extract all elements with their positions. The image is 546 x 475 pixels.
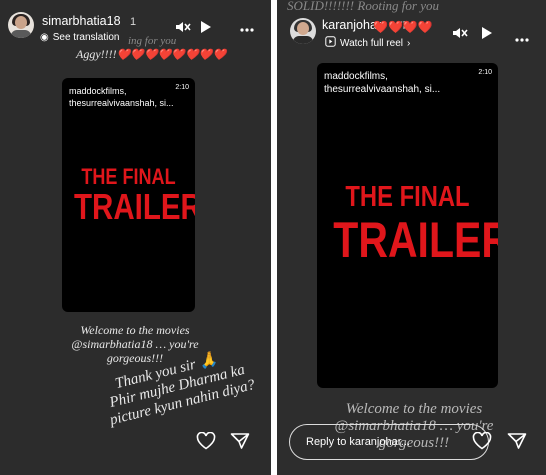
play-icon[interactable] — [200, 20, 212, 36]
caption-top-behind: ing for you — [128, 35, 177, 47]
reel-icon — [325, 36, 336, 50]
caption-hearts: ❤️❤️❤️❤️ — [373, 20, 433, 34]
avatar[interactable] — [290, 18, 316, 44]
right-story-panel: SOLID!!!!!!! Rooting for you karanjohar … — [277, 0, 546, 475]
reply-input[interactable]: Reply to karanjohar... — [289, 424, 489, 460]
reel-title-line2: TRAILER — [73, 186, 195, 227]
reel-tags: maddockfilms, thesurrealvivaanshah, si..… — [324, 71, 441, 95]
reel-preview[interactable]: maddockfilms, thesurrealvivaanshah, si..… — [317, 63, 498, 388]
username[interactable]: simarbhatia18 1 — [42, 14, 136, 28]
see-translation-link[interactable]: ◉ See translation — [40, 32, 119, 43]
reel-tags: maddockfilms, thesurrealvivaanshah, si..… — [69, 86, 174, 108]
translate-icon: ◉ — [40, 32, 49, 43]
reel-title-line2: TRAILER — [333, 212, 498, 268]
mute-icon[interactable] — [175, 20, 191, 36]
play-icon[interactable] — [481, 26, 493, 42]
caption-top: Aggy!!!!❤️❤️❤️❤️❤️❤️❤️❤️ — [76, 47, 227, 61]
mute-icon[interactable] — [452, 26, 468, 42]
share-send-icon[interactable] — [230, 432, 250, 452]
more-options-icon[interactable] — [240, 20, 254, 34]
reel-duration: 2:10 — [175, 84, 189, 91]
avatar[interactable] — [8, 12, 34, 38]
reel-duration: 2:10 — [478, 69, 492, 76]
like-heart-icon[interactable] — [196, 431, 216, 452]
left-story-panel: simarbhatia18 1 ◉ See translation ing fo… — [0, 0, 271, 475]
reel-preview[interactable]: maddockfilms, thesurrealvivaanshah, si..… — [62, 78, 195, 312]
watch-full-reel-link[interactable]: Watch full reel › — [325, 36, 410, 50]
chevron-right-icon: › — [406, 37, 411, 49]
share-send-icon[interactable] — [507, 432, 527, 452]
reel-title-line1: THE FINAL — [345, 181, 470, 213]
more-options-icon[interactable] — [515, 30, 529, 44]
post-time: 1 — [130, 16, 137, 28]
story-header: karanjohar 17h Watch full reel › ❤️❤️❤️❤… — [277, 6, 546, 52]
like-heart-icon[interactable] — [472, 431, 492, 452]
